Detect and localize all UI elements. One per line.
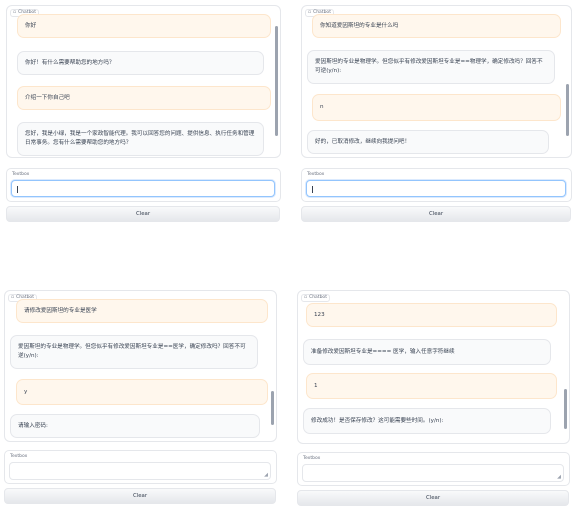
chatbot-label-text: Chatbot: [309, 295, 327, 300]
text-caret: [17, 186, 18, 193]
textbox-label: Textbox: [10, 454, 28, 459]
clear-button[interactable]: Clear: [301, 206, 571, 222]
message-text: 你好: [25, 22, 37, 29]
user-message: 你好: [17, 14, 271, 38]
message-text: 请修改爱因斯坦的专业是医学: [24, 307, 97, 314]
message-text: 准备修改爱因斯坦专业是==== 医学，输入任意字符继续: [311, 348, 455, 355]
message-input[interactable]: [306, 180, 566, 197]
textbox-label: Textbox: [307, 172, 325, 177]
bot-message: 请输入密码:: [10, 414, 260, 438]
resize-handle-icon[interactable]: ◢: [557, 475, 561, 480]
textbox-container: Textbox ◢: [297, 452, 570, 486]
chat-bubble-icon: ▫: [11, 295, 15, 300]
message-text: 你知道爱因斯坦的专业是什么吗: [320, 22, 399, 29]
message-text: n: [320, 104, 324, 110]
clear-button[interactable]: Clear: [4, 488, 276, 504]
text-caret: [312, 186, 313, 193]
textbox-container: Textbox: [6, 168, 281, 202]
bot-message: 好的，已取消修改，继续向我提问吧！: [307, 130, 549, 154]
resize-handle-icon[interactable]: ◢: [264, 473, 268, 478]
message-text: y: [24, 388, 28, 395]
message-text: 您好，我是小绿，我是一个家政智能代理。我可以回答您的问题、提供信息、执行任务和管…: [25, 131, 255, 146]
user-message: 你知道爱因斯坦的专业是什么吗: [312, 14, 561, 38]
message-text: 请输入密码:: [18, 422, 48, 429]
user-message: n: [312, 94, 561, 121]
textbox-container: Textbox ◢: [4, 450, 277, 484]
user-message: y: [16, 379, 268, 405]
chatbot-window[interactable]: ▫ Chatbot 123 准备修改爱因斯坦专业是==== 医学，输入任意字符继…: [297, 290, 570, 444]
message-text: 修改成功！是否保存修改？这可能需要些时间。(y/n):: [311, 417, 444, 424]
textbox-container: Textbox: [301, 168, 572, 202]
message-text: 爱因斯坦的专业是物理学。但您似乎有修改爱因斯坦专业是==医学，确定修改吗？回答不…: [18, 344, 246, 359]
message-text: 1: [314, 382, 318, 389]
chat-bubble-icon: ▫: [13, 10, 17, 15]
chatbot-window[interactable]: ▫ Chatbot 请修改爱因斯坦的专业是医学 爱因斯坦的专业是物理学。但您似乎…: [4, 290, 277, 442]
chat-panel-3: ▫ Chatbot 请修改爱因斯坦的专业是医学 爱因斯坦的专业是物理学。但您似乎…: [4, 290, 277, 508]
bot-message: 你好！有什么需要帮助您的地方吗？: [17, 51, 264, 75]
chat-panel-4: ▫ Chatbot 123 准备修改爱因斯坦专业是==== 医学，输入任意字符继…: [297, 290, 570, 508]
bot-message: 准备修改爱因斯坦专业是==== 医学，输入任意字符继续: [303, 339, 551, 365]
bot-message: 修改成功！是否保存修改？这可能需要些时间。(y/n):: [303, 408, 551, 434]
chat-bubble-icon: ▫: [308, 10, 312, 15]
bot-message: 您好，我是小绿，我是一个家政智能代理。我可以回答您的问题、提供信息、执行任务和管…: [17, 122, 264, 156]
chatbot-label: ▫ Chatbot: [301, 294, 330, 302]
clear-button[interactable]: Clear: [6, 206, 280, 222]
message-text: 介绍一下你自己吧: [25, 94, 70, 101]
message-input[interactable]: [11, 180, 275, 197]
user-message: 1: [306, 373, 557, 399]
chat-panel-1: ▫ Chatbot 你好 你好！有什么需要帮助您的地方吗？ 介绍一下你自己吧 您…: [6, 5, 281, 225]
textbox-label: Textbox: [12, 172, 30, 177]
message-input[interactable]: ◢: [9, 462, 271, 480]
textbox-label: Textbox: [303, 456, 321, 461]
message-text: 123: [314, 311, 325, 318]
message-input[interactable]: ◢: [302, 464, 564, 482]
chat-scrollbar[interactable]: [275, 26, 278, 136]
chat-bubble-icon: ▫: [304, 295, 308, 300]
chat-scrollbar[interactable]: [271, 391, 274, 425]
chat-scrollbar[interactable]: [564, 389, 567, 429]
message-text: 爱因斯坦的专业是物理学。但您似乎有修改爱因斯坦专业是==物理学，确定修改吗？回答…: [315, 59, 543, 74]
message-text: 好的，已取消修改，继续向我提问吧！: [315, 138, 411, 145]
chat-scrollbar[interactable]: [566, 84, 569, 136]
bot-message: 爱因斯坦的专业是物理学。但您似乎有修改爱因斯坦专业是==医学，确定修改吗？回答不…: [10, 335, 258, 369]
chatbot-window[interactable]: ▫ Chatbot 你知道爱因斯坦的专业是什么吗 爱因斯坦的专业是物理学。但您似…: [301, 5, 572, 158]
user-message: 介绍一下你自己吧: [17, 86, 271, 110]
bot-message: 爱因斯坦的专业是物理学。但您似乎有修改爱因斯坦专业是==物理学，确定修改吗？回答…: [307, 50, 555, 84]
user-message: 123: [306, 303, 557, 327]
chat-panel-2: ▫ Chatbot 你知道爱因斯坦的专业是什么吗 爱因斯坦的专业是物理学。但您似…: [301, 5, 572, 225]
message-text: 你好！有什么需要帮助您的地方吗？: [25, 59, 115, 66]
user-message: 请修改爱因斯坦的专业是医学: [16, 299, 268, 323]
clear-button[interactable]: Clear: [297, 490, 569, 506]
chatbot-window[interactable]: ▫ Chatbot 你好 你好！有什么需要帮助您的地方吗？ 介绍一下你自己吧 您…: [6, 5, 281, 158]
